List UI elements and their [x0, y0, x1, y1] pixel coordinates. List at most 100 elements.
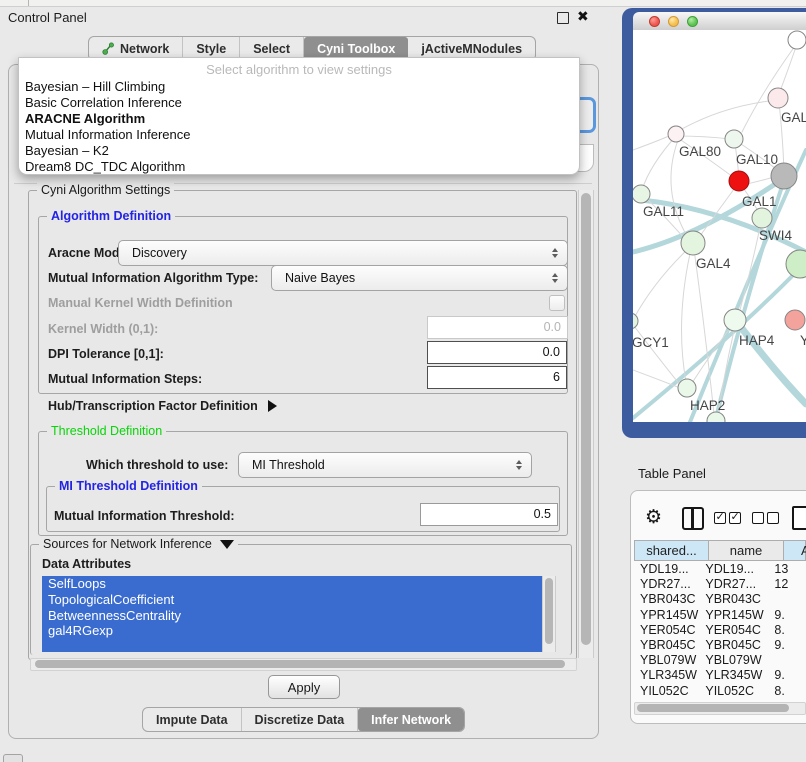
table-row[interactable]: YLR345WYLR345W9.: [634, 668, 806, 683]
deselect-all-checkboxes-icon[interactable]: [752, 511, 782, 529]
which-threshold-combo[interactable]: MI Threshold: [238, 452, 532, 478]
select-all-checkboxes-icon[interactable]: [714, 511, 744, 529]
table-cell: YLR345W: [701, 668, 769, 683]
network-node-gal[interactable]: [768, 88, 788, 108]
aracne-mode-combo[interactable]: Discovery: [118, 240, 568, 266]
column-header-3[interactable]: A: [783, 540, 806, 561]
network-edge: [682, 249, 691, 382]
mi-algorithm-type-value: Naive Bayes: [272, 271, 546, 285]
tab-label: Network: [120, 42, 169, 56]
mi-steps-field[interactable]: 6: [427, 366, 567, 389]
network-node-y[interactable]: [785, 310, 805, 330]
network-node[interactable]: [788, 31, 806, 49]
data-attribute-item[interactable]: BetweennessCentrality: [42, 608, 542, 624]
network-node-gal11[interactable]: [633, 185, 650, 203]
tab-discretize-data[interactable]: Discretize Data: [242, 708, 359, 731]
algorithm-option[interactable]: Mutual Information Inference: [25, 127, 573, 143]
column-header-1[interactable]: shared...: [634, 540, 708, 561]
table-hscrollbar-track[interactable]: [634, 702, 806, 715]
network-node-hap2[interactable]: [678, 379, 696, 397]
mac-close-icon[interactable]: [649, 16, 660, 27]
mi-algorithm-type-combo[interactable]: Naive Bayes: [271, 265, 568, 291]
table-cell: [769, 653, 806, 668]
table-cell: 9.: [769, 638, 806, 653]
settings-scrollbar-thumb[interactable]: [581, 193, 591, 645]
table-cell: 8.: [769, 623, 806, 638]
dpi-tolerance-label: DPI Tolerance [0,1]:: [48, 347, 164, 361]
dpi-tolerance-field[interactable]: 0.0: [427, 341, 567, 364]
dock-mini-button[interactable]: [3, 754, 23, 762]
table-row[interactable]: YBR045CYBR045C9.: [634, 638, 806, 653]
algorithm-option[interactable]: Bayesian – K2: [25, 143, 573, 159]
table-cell: YBR043C: [701, 592, 769, 607]
tab-impute-data[interactable]: Impute Data: [143, 708, 242, 731]
network-node-label: HAP4: [739, 333, 775, 348]
network-node-swi4[interactable]: [786, 250, 806, 278]
kernel-width-field[interactable]: 0.0: [427, 316, 568, 339]
close-icon[interactable]: ✖: [577, 8, 589, 25]
tab-infer-network[interactable]: Infer Network: [358, 708, 464, 731]
mac-minimize-icon[interactable]: [668, 16, 679, 27]
tab-label: Select: [253, 42, 290, 56]
network-node-gal10[interactable]: [725, 130, 743, 148]
panel-title: Control Panel: [8, 10, 87, 25]
network-node[interactable]: [707, 412, 725, 422]
table-row[interactable]: YDR27...YDR27...12: [634, 577, 806, 592]
data-attribute-item[interactable]: TopologicalCoefficient: [42, 592, 542, 608]
algorithm-option[interactable]: ARACNE Algorithm: [25, 111, 573, 127]
algorithm-option[interactable]: Basic Correlation Inference: [25, 95, 573, 111]
sources-title: Sources for Network Inference: [43, 537, 212, 551]
mac-zoom-icon[interactable]: [687, 16, 698, 27]
table-row[interactable]: YDL19...YDL19...13: [634, 562, 806, 577]
hub-definition-disclosure[interactable]: Hub/Transcription Factor Definition: [48, 399, 277, 413]
data-attributes-list[interactable]: SelfLoopsTopologicalCoefficientBetweenne…: [42, 576, 542, 652]
table-row[interactable]: YPR145WYPR145W9.: [634, 608, 806, 623]
gear-icon[interactable]: ⚙: [645, 506, 662, 529]
file-icon[interactable]: [792, 506, 806, 530]
mi-threshold-field[interactable]: 0.5: [420, 503, 558, 526]
network-window-titlebar[interactable]: [633, 12, 806, 31]
table-row[interactable]: YBR043CYBR043C: [634, 592, 806, 607]
table-row[interactable]: YBL079WYBL079W: [634, 653, 806, 668]
top-divider-strip: [0, 0, 806, 7]
settings-scrollbar-track[interactable]: [578, 190, 594, 658]
network-edge: [680, 100, 778, 130]
manual-kernel-width-checkbox[interactable]: [549, 295, 565, 311]
table-row[interactable]: YER054CYER054C8.: [634, 623, 806, 638]
disclosure-right-icon: [268, 400, 277, 412]
network-node[interactable]: [752, 208, 772, 228]
network-node-hap4[interactable]: [724, 309, 746, 331]
algorithm-option[interactable]: Bayesian – Hill Climbing: [25, 79, 573, 95]
network-node-gal4[interactable]: [681, 231, 705, 255]
apply-button[interactable]: Apply: [268, 675, 340, 699]
table-cell: 8.: [769, 684, 806, 696]
data-attribute-item[interactable]: gal4RGexp: [42, 623, 542, 639]
settings-hscrollbar-thumb[interactable]: [35, 660, 565, 668]
data-attribute-item[interactable]: SelfLoops: [42, 576, 542, 592]
split-columns-icon[interactable]: [682, 507, 704, 530]
table-cell: YIL052C: [634, 684, 701, 696]
algorithm-option[interactable]: Dream8 DC_TDC Algorithm: [25, 159, 573, 175]
table-cell: 13: [769, 562, 806, 577]
network-node-gal1[interactable]: [729, 171, 749, 191]
app-root: Control Panel ✖ NetworkStyleSelectCyni T…: [0, 0, 806, 762]
table-cell: YDR27...: [634, 577, 701, 592]
network-edge: [634, 247, 690, 318]
attributes-scrollbar-track[interactable]: [542, 576, 556, 652]
network-node-gal80[interactable]: [668, 126, 684, 142]
table-cell: YBR045C: [701, 638, 769, 653]
column-header-2[interactable]: name: [708, 540, 783, 561]
which-threshold-label: Which threshold to use:: [86, 458, 228, 472]
settings-hscrollbar-track[interactable]: [30, 658, 577, 671]
attributes-scrollbar-thumb[interactable]: [545, 578, 553, 644]
float-window-icon[interactable]: [557, 12, 569, 24]
network-canvas[interactable]: GALGAL80GAL10GAL1GAL11SWI4GAL4HAP4YGCY1H…: [633, 30, 806, 422]
algorithm-dropdown-popup: Select algorithm to view settings Bayesi…: [18, 57, 580, 175]
combo-stepper-icon: [546, 248, 564, 258]
combo-stepper-icon: [510, 460, 528, 470]
table-row[interactable]: YIL052CYIL052C8.: [634, 684, 806, 696]
sources-title-row[interactable]: Sources for Network Inference: [39, 537, 238, 551]
table-hscrollbar-thumb[interactable]: [637, 704, 789, 712]
table-cell: 9.: [769, 608, 806, 623]
network-node-gcy1[interactable]: [633, 313, 638, 329]
